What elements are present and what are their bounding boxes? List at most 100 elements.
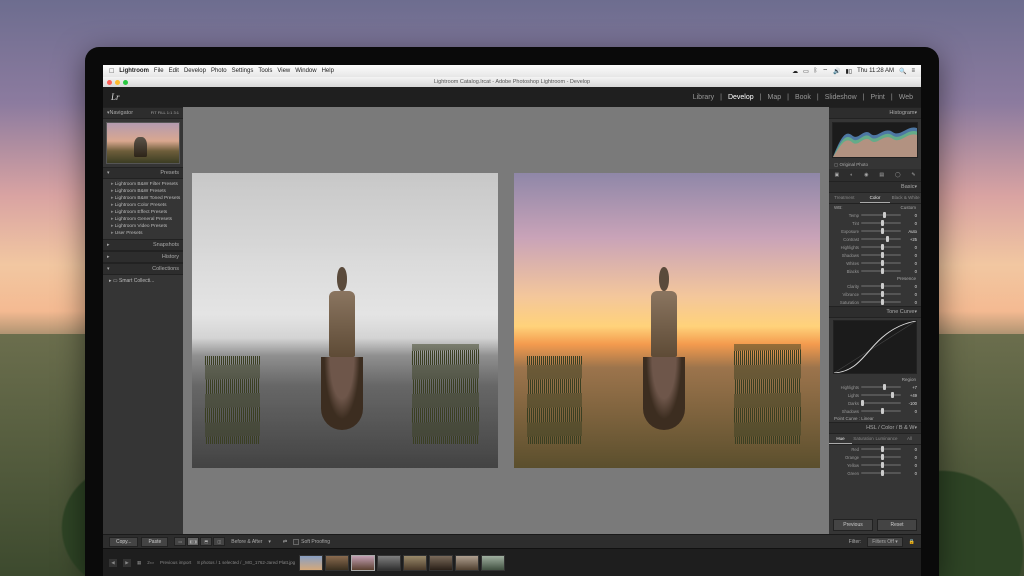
crop-tool-icon[interactable]: ▣ bbox=[835, 173, 840, 178]
tonecurve-header[interactable]: Tone Curve ▾ bbox=[829, 306, 921, 318]
tone-curve-graph[interactable] bbox=[833, 320, 917, 374]
reset-button[interactable]: Reset bbox=[877, 519, 917, 531]
slider-clarity[interactable]: Clarity0 bbox=[829, 282, 921, 290]
slider-lights[interactable]: Lights+49 bbox=[829, 391, 921, 399]
module-print[interactable]: Print bbox=[870, 94, 884, 101]
slider-highlights[interactable]: Highlights+7 bbox=[829, 383, 921, 391]
module-slideshow[interactable]: Slideshow bbox=[825, 94, 857, 101]
spot-tool-icon[interactable]: ◐ bbox=[850, 173, 853, 178]
filmstrip-thumb[interactable] bbox=[377, 555, 401, 571]
status-volume-icon[interactable]: 🔊 bbox=[833, 68, 840, 75]
chevron-down-icon[interactable]: ▾ bbox=[268, 539, 271, 545]
zoom-window-button[interactable] bbox=[123, 80, 128, 85]
before-after-tb-icon[interactable]: ⬒ bbox=[200, 537, 212, 546]
filmstrip-thumb[interactable] bbox=[403, 555, 427, 571]
slider-red[interactable]: Red0 bbox=[829, 445, 921, 453]
menubar-app[interactable]: Lightroom bbox=[119, 68, 149, 74]
hsl-all-tab[interactable]: All bbox=[898, 434, 921, 444]
preset-folder[interactable]: Lightroom Video Presets bbox=[103, 223, 183, 230]
slider-shadows[interactable]: Shadows0 bbox=[829, 407, 921, 415]
basic-header[interactable]: Basic ▾ bbox=[829, 181, 921, 193]
hsl-sat-tab[interactable]: Saturation bbox=[852, 434, 875, 444]
before-after-split-icon[interactable]: ◫ bbox=[213, 537, 225, 546]
menubar-view[interactable]: View bbox=[277, 68, 290, 74]
histogram-header[interactable]: Histogram ▾ bbox=[829, 107, 921, 119]
preset-folder[interactable]: Lightroom Effect Presets bbox=[103, 209, 183, 216]
slider-vibrance[interactable]: Vibrance0 bbox=[829, 290, 921, 298]
snapshots-header[interactable]: ▸Snapshots bbox=[103, 239, 183, 251]
preset-folder[interactable]: Lightroom B&W Toned Presets bbox=[103, 195, 183, 202]
slider-contrast[interactable]: Contrast+25 bbox=[829, 235, 921, 243]
filmstrip-thumb[interactable] bbox=[429, 555, 453, 571]
filmstrip-thumb[interactable] bbox=[455, 555, 479, 571]
preset-folder[interactable]: Lightroom General Presets bbox=[103, 216, 183, 223]
preset-folder[interactable]: Lightroom B&W Presets bbox=[103, 188, 183, 195]
menubar-develop[interactable]: Develop bbox=[184, 68, 206, 74]
menubar-edit[interactable]: Edit bbox=[169, 68, 179, 74]
soft-proof-checkbox[interactable]: Soft Proofing bbox=[293, 539, 330, 545]
grid-icon[interactable]: ▦ bbox=[137, 560, 141, 566]
close-window-button[interactable] bbox=[107, 80, 112, 85]
redeye-tool-icon[interactable]: ◉ bbox=[864, 173, 868, 178]
filmstrip-thumb[interactable] bbox=[299, 555, 323, 571]
presets-header[interactable]: ▾Presets bbox=[103, 167, 183, 179]
status-battery-icon[interactable]: ▮▯ bbox=[845, 68, 852, 75]
module-library[interactable]: Library bbox=[693, 94, 714, 101]
status-bluetooth-icon[interactable]: ᛒ bbox=[814, 68, 818, 74]
slider-temp[interactable]: Temp0 bbox=[829, 211, 921, 219]
slider-saturation[interactable]: Saturation0 bbox=[829, 298, 921, 306]
slider-tint[interactable]: Tint0 bbox=[829, 219, 921, 227]
slider-orange[interactable]: Orange0 bbox=[829, 453, 921, 461]
slider-darks[interactable]: Darks-100 bbox=[829, 399, 921, 407]
collections-header[interactable]: ▾Collections bbox=[103, 263, 183, 275]
slider-shadows[interactable]: Shadows0 bbox=[829, 251, 921, 259]
previous-button[interactable]: Previous bbox=[833, 519, 873, 531]
menubar-window[interactable]: Window bbox=[295, 68, 316, 74]
menubar-photo[interactable]: Photo bbox=[211, 68, 227, 74]
filmstrip-thumb[interactable] bbox=[325, 555, 349, 571]
menubar-clock[interactable]: Thu 11:28 AM bbox=[857, 68, 894, 74]
wb-row[interactable]: WB:Custom bbox=[829, 204, 921, 211]
module-map[interactable]: Map bbox=[767, 94, 781, 101]
preset-folder[interactable]: Lightroom Color Presets bbox=[103, 202, 183, 209]
filmstrip-prev-icon[interactable]: ◀ bbox=[109, 559, 117, 567]
point-curve-row[interactable]: Point Curve : Linear bbox=[829, 415, 921, 422]
menubar-settings[interactable]: Settings bbox=[232, 68, 254, 74]
menubar-tools[interactable]: Tools bbox=[258, 68, 272, 74]
module-web[interactable]: Web bbox=[899, 94, 913, 101]
navigator-header[interactable]: ▾Navigator FIT FILL 1:1 3:1 bbox=[103, 107, 183, 119]
status-display-icon[interactable]: ▭ bbox=[803, 68, 809, 75]
radial-tool-icon[interactable]: ◯ bbox=[895, 173, 900, 178]
menubar-help[interactable]: Help bbox=[322, 68, 334, 74]
slider-blacks[interactable]: Blacks0 bbox=[829, 267, 921, 275]
slider-green[interactable]: Green0 bbox=[829, 469, 921, 477]
collection-item[interactable]: ▸ ▭ Smart Collecti... bbox=[103, 275, 183, 287]
slider-exposure[interactable]: ExposureAuto bbox=[829, 227, 921, 235]
menubar-file[interactable]: File bbox=[154, 68, 164, 74]
treatment-bw[interactable]: Black & White bbox=[890, 193, 921, 203]
preset-folder[interactable]: User Presets bbox=[103, 230, 183, 237]
notification-center-icon[interactable]: ≡ bbox=[911, 68, 915, 74]
paste-button[interactable]: Paste bbox=[141, 537, 168, 547]
spotlight-icon[interactable]: 🔍 bbox=[899, 68, 906, 75]
treatment-color[interactable]: Color bbox=[860, 193, 891, 203]
hsl-header[interactable]: HSL / Color / B & W ▾ bbox=[829, 422, 921, 434]
status-cloud-icon[interactable]: ☁ bbox=[792, 68, 798, 75]
filmstrip-thumb[interactable] bbox=[351, 555, 375, 571]
apple-menu[interactable]:  bbox=[109, 68, 114, 75]
slider-yellow[interactable]: Yellow0 bbox=[829, 461, 921, 469]
minimize-window-button[interactable] bbox=[115, 80, 120, 85]
status-wifi-icon[interactable]: ⌔ bbox=[822, 67, 828, 75]
preset-folder[interactable]: Lightroom B&W Filter Presets bbox=[103, 181, 183, 188]
hsl-hue-tab[interactable]: Hue bbox=[829, 434, 852, 444]
slider-highlights[interactable]: Highlights0 bbox=[829, 243, 921, 251]
histogram[interactable] bbox=[832, 122, 918, 158]
filmstrip-source[interactable]: Previous import bbox=[160, 560, 191, 565]
history-header[interactable]: ▸History bbox=[103, 251, 183, 263]
slider-whites[interactable]: Whites0 bbox=[829, 259, 921, 267]
navigator-thumbnail[interactable] bbox=[106, 122, 180, 164]
module-book[interactable]: Book bbox=[795, 94, 811, 101]
hsl-lum-tab[interactable]: Luminance bbox=[875, 434, 898, 444]
filmstrip-thumb[interactable] bbox=[481, 555, 505, 571]
gradient-tool-icon[interactable]: ▤ bbox=[879, 173, 884, 178]
